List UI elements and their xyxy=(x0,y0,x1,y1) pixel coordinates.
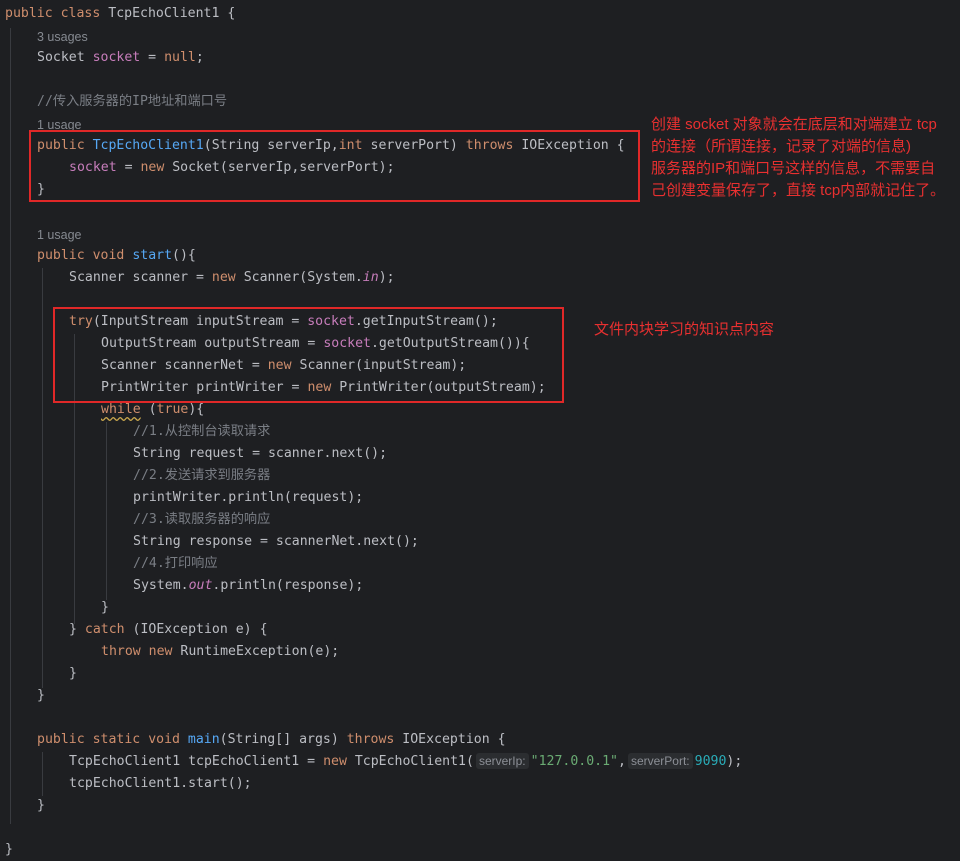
brace: (){ xyxy=(172,248,196,263)
closing-brace[interactable]: } xyxy=(69,663,77,685)
keyword: new xyxy=(148,644,173,659)
annotation-note-file-knowledge: 文件内块学习的知识点内容 xyxy=(594,321,775,338)
sysout-line[interactable]: System.out.println(response); xyxy=(133,575,363,597)
type: Socket xyxy=(37,50,85,65)
indent-guide xyxy=(42,752,43,796)
note-line: 创建 socket 对象就会在底层和对端建立 tcp xyxy=(651,116,937,133)
indent-guide xyxy=(10,28,11,824)
keyword: new xyxy=(211,270,236,285)
closing-brace[interactable]: } xyxy=(5,839,13,861)
usage-hint[interactable]: 3 usages xyxy=(37,27,88,47)
keyword: static xyxy=(92,732,141,747)
start-call-line[interactable]: tcpEchoClient1.start(); xyxy=(69,773,252,795)
field-declaration[interactable]: Socket socket = null; xyxy=(37,47,204,69)
code-text: System. xyxy=(133,578,189,593)
main-method-declaration[interactable]: public static void main(String[] args) t… xyxy=(37,729,506,751)
keyword: void xyxy=(92,248,125,263)
keyword: throw xyxy=(101,644,141,659)
params: (String[] args) xyxy=(219,732,347,747)
annotation-box-constructor xyxy=(29,130,640,202)
annotation-box-try-resources xyxy=(53,307,564,403)
usage-hint[interactable]: 1 usage xyxy=(37,225,81,245)
keyword: while xyxy=(101,402,141,417)
keyword: class xyxy=(60,6,101,21)
comment-line[interactable]: //3.读取服务器的响应 xyxy=(133,509,270,531)
code-text: TcpEchoClient1 tcpEchoClient1 = xyxy=(69,754,324,769)
println-line[interactable]: printWriter.println(request); xyxy=(133,487,363,509)
code-text: (IOException e) { xyxy=(124,622,268,637)
comma: , xyxy=(617,754,626,769)
keyword: true xyxy=(156,402,189,417)
code-text: RuntimeException(e); xyxy=(172,644,340,659)
code-text: ){ xyxy=(188,402,205,417)
scanner-line[interactable]: Scanner scanner = new Scanner(System.in)… xyxy=(69,267,395,289)
closing-brace[interactable]: } xyxy=(101,597,109,619)
string-literal: "127.0.0.1" xyxy=(530,754,618,769)
field-name: socket xyxy=(92,50,141,65)
comment-line[interactable]: //1.从控制台读取请求 xyxy=(133,421,270,443)
keyword: throws xyxy=(346,732,395,747)
method-name: start xyxy=(132,248,173,263)
keyword: public xyxy=(37,732,85,747)
note-line: 己创建变量保存了，直接 tcp内部就记住了。 xyxy=(651,182,946,199)
indent-guide xyxy=(106,422,107,600)
request-line[interactable]: String request = scanner.next(); xyxy=(133,443,387,465)
code-text: TcpEchoClient1( xyxy=(346,754,474,769)
parameter-hint: serverPort: xyxy=(627,753,693,769)
semicolon: ; xyxy=(195,50,204,65)
throw-line[interactable]: throw new RuntimeException(e); xyxy=(101,641,339,663)
parameter-hint: serverIp: xyxy=(475,753,529,769)
comment-line[interactable]: //2.发送请求到服务器 xyxy=(133,465,270,487)
annotation-note-socket: 创建 socket 对象就会在底层和对端建立 tcp 的连接（所谓连接，记录了对… xyxy=(651,114,945,202)
keyword: new xyxy=(323,754,347,769)
comment-line[interactable]: //4.打印响应 xyxy=(133,553,218,575)
closing-brace[interactable]: } xyxy=(37,685,45,707)
catch-line[interactable]: } catch (IOException e) { xyxy=(69,619,268,641)
null-literal: null xyxy=(164,50,196,65)
response-line[interactable]: String response = scannerNet.next(); xyxy=(133,531,419,553)
indent-guide xyxy=(42,268,43,688)
number-literal: 9090 xyxy=(694,754,727,769)
brace: { xyxy=(219,6,236,21)
code-text: ); xyxy=(726,754,743,769)
comment-line[interactable]: //传入服务器的IP地址和端口号 xyxy=(37,91,227,113)
code-text: ); xyxy=(378,270,395,285)
note-line: 服务器的IP和端口号这样的信息，不需要自 xyxy=(651,160,936,177)
exception: IOException { xyxy=(394,732,506,747)
class-name: TcpEchoClient1 xyxy=(108,6,220,21)
keyword: public xyxy=(37,248,85,263)
code-text: Scanner(System. xyxy=(235,270,363,285)
method-name: main xyxy=(187,732,220,747)
static-field: in xyxy=(362,270,379,285)
start-method-declaration[interactable]: public void start(){ xyxy=(37,245,196,267)
keyword: void xyxy=(148,732,180,747)
main-body-line[interactable]: TcpEchoClient1 tcpEchoClient1 = new TcpE… xyxy=(69,751,742,773)
code-text: .println(response); xyxy=(212,578,364,593)
code-text: Scanner scanner = xyxy=(69,270,212,285)
operator: = xyxy=(140,50,165,65)
keyword: catch xyxy=(84,622,125,637)
code-text: ( xyxy=(140,402,157,417)
closing-brace[interactable]: } xyxy=(37,795,45,817)
keyword: public xyxy=(5,6,53,21)
class-declaration[interactable]: public class TcpEchoClient1 { xyxy=(5,3,235,25)
code-text: } xyxy=(69,622,85,637)
static-field: out xyxy=(188,578,213,593)
note-line: 的连接（所谓连接，记录了对端的信息) xyxy=(651,138,911,155)
